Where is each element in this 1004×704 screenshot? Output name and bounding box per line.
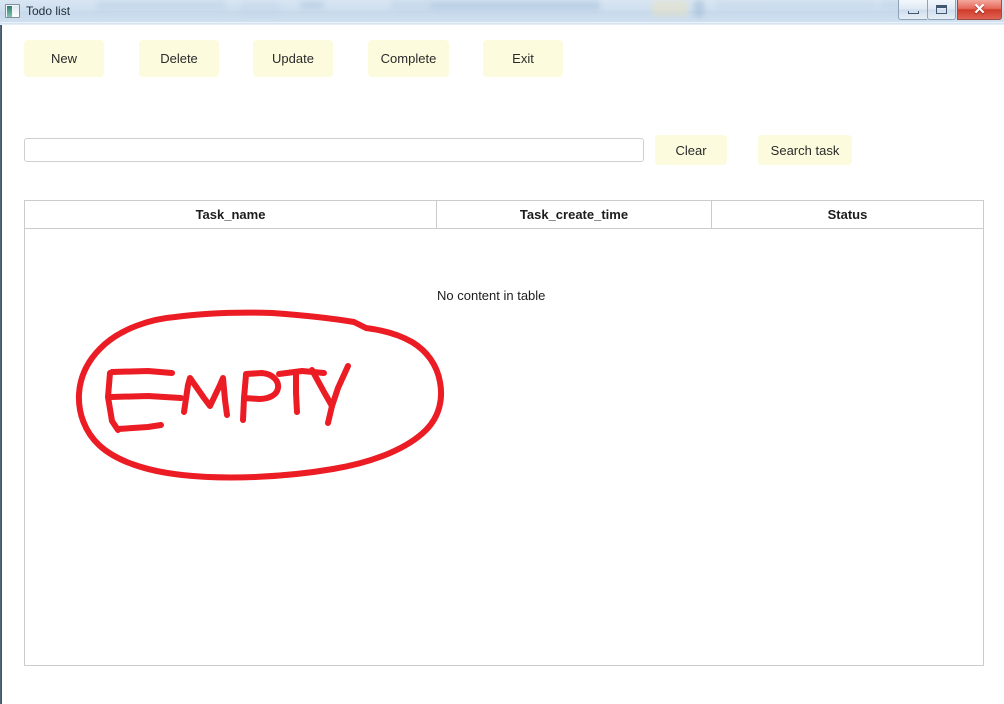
search-row: Clear Search task xyxy=(24,115,852,165)
column-header-task-name[interactable]: Task_name xyxy=(25,201,437,228)
maximize-icon xyxy=(936,5,947,14)
aero-glass-blur xyxy=(96,1,226,10)
minimize-button[interactable] xyxy=(898,0,927,20)
app-window-icon xyxy=(5,4,20,18)
exit-button[interactable]: Exit xyxy=(483,40,563,77)
search-task-button[interactable]: Search task xyxy=(758,135,852,165)
table-header-row: Task_name Task_create_time Status xyxy=(25,201,983,229)
title-bar[interactable]: Todo list ✕ xyxy=(0,0,1004,23)
column-header-status[interactable]: Status xyxy=(712,201,983,228)
close-icon: ✕ xyxy=(973,1,986,18)
action-toolbar: New Delete Update Complete Exit xyxy=(24,40,584,77)
update-button[interactable]: Update xyxy=(253,40,333,77)
delete-button[interactable]: Delete xyxy=(139,40,219,77)
aero-glass-blur xyxy=(716,1,876,11)
search-input[interactable] xyxy=(24,138,644,162)
todo-list-window: Todo list ✕ New Delete Update Complete E… xyxy=(0,0,1004,704)
app-icon-left-pane xyxy=(7,6,12,17)
aero-glass-blur xyxy=(694,0,704,17)
maximize-button[interactable] xyxy=(927,0,956,20)
window-controls: ✕ xyxy=(898,0,1002,21)
window-border-right xyxy=(999,25,1004,704)
aero-glass-blur xyxy=(652,0,688,16)
window-title: Todo list xyxy=(26,4,71,18)
aero-glass-blur xyxy=(240,2,280,16)
empty-state-message: No content in table xyxy=(437,288,546,303)
clear-button[interactable]: Clear xyxy=(655,135,727,165)
aero-glass-blur xyxy=(430,3,600,9)
minimize-icon xyxy=(907,10,919,14)
task-table: Task_name Task_create_time Status xyxy=(24,200,984,666)
aero-glass-blur xyxy=(300,1,324,9)
app-icon-right-pane xyxy=(13,6,19,17)
column-header-task-create-time[interactable]: Task_create_time xyxy=(437,201,712,228)
client-area: New Delete Update Complete Exit Clear Se… xyxy=(5,25,999,704)
new-button[interactable]: New xyxy=(24,40,104,77)
close-button[interactable]: ✕ xyxy=(957,0,1002,20)
complete-button[interactable]: Complete xyxy=(368,40,449,77)
